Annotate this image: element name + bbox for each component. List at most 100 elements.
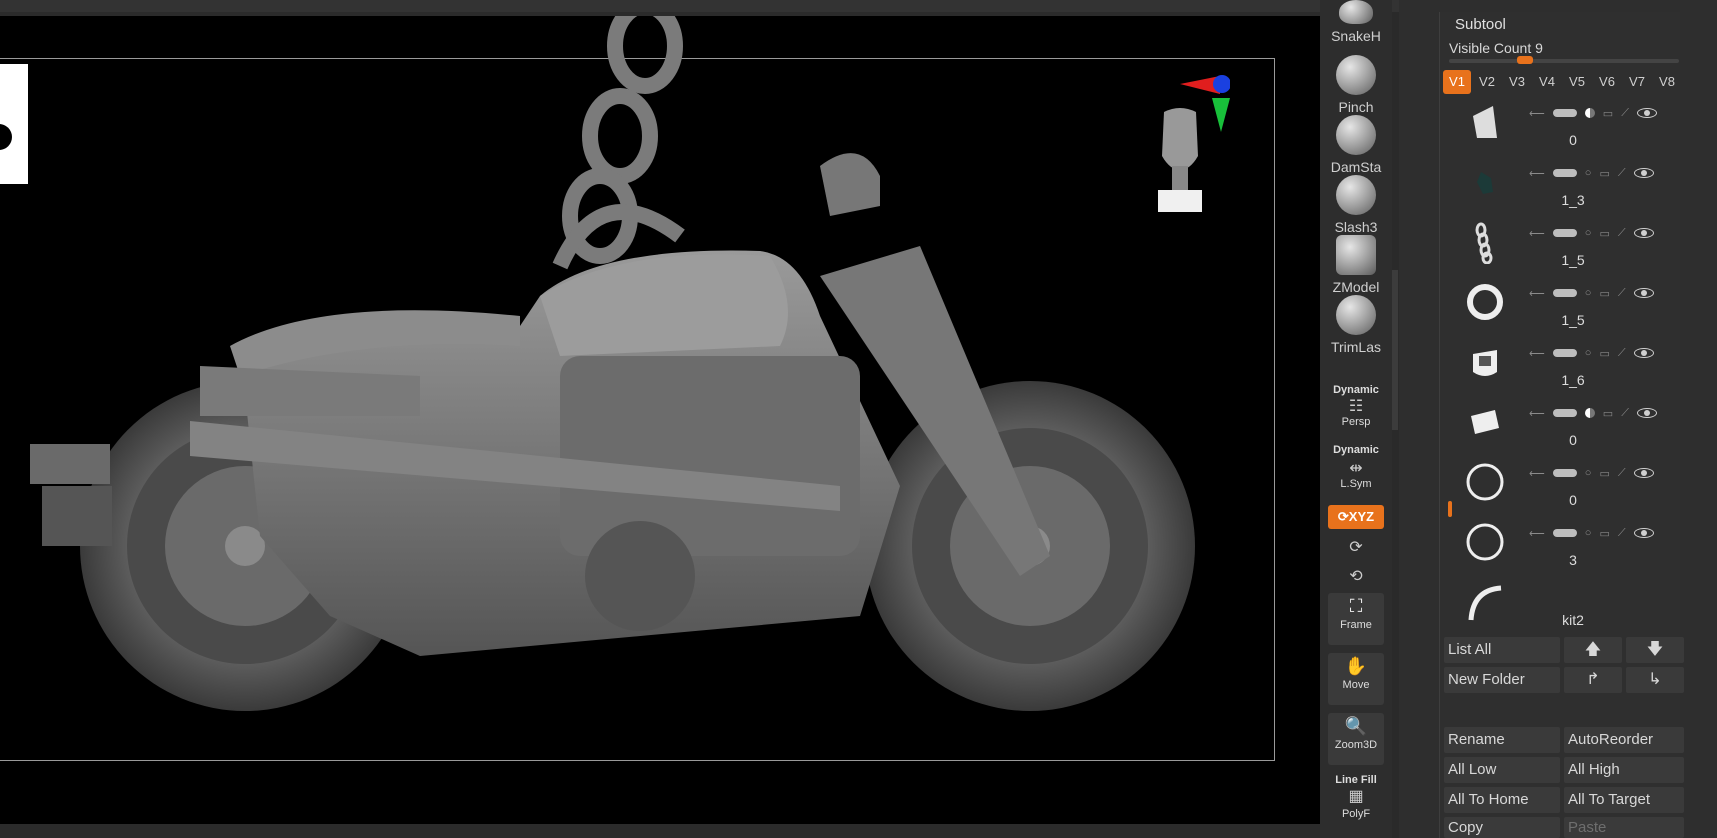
- all-to-home-button[interactable]: All To Home: [1444, 787, 1560, 813]
- polyframe-icon[interactable]: ▦: [1320, 786, 1392, 806]
- brush-toolbar: SnakeH Pinch DamSta Slash3 ZModel TrimLa…: [1320, 0, 1392, 838]
- all-high-button[interactable]: All High: [1564, 757, 1684, 783]
- copy-button[interactable]: Copy: [1444, 817, 1560, 838]
- frame-icon: ⛶: [1349, 596, 1363, 616]
- brush-snakehook[interactable]: SnakeH: [1320, 0, 1392, 44]
- move-up-icon[interactable]: 🡅: [1564, 637, 1622, 663]
- y-rotate-icon[interactable]: ⟳: [1320, 537, 1392, 557]
- canvas-area: [0, 12, 1320, 838]
- visibility-eye-icon[interactable]: [1633, 168, 1654, 178]
- visibility-eye-icon[interactable]: [1633, 288, 1654, 298]
- subtool-row[interactable]: ⟵ ○ ▭ ⟋ 1_3: [1443, 156, 1683, 216]
- arrow-right-up-icon[interactable]: ↱: [1564, 667, 1622, 693]
- tab-v5[interactable]: V5: [1563, 70, 1591, 94]
- subtool-thumbnail: [1475, 222, 1493, 264]
- subtool-row[interactable]: ⟵ ▭ ⟋ 0: [1443, 96, 1683, 156]
- subtool-thumbnail: [1473, 350, 1497, 376]
- visibility-eye-icon[interactable]: [1633, 468, 1654, 478]
- brush-pinch[interactable]: Pinch: [1320, 55, 1392, 115]
- tab-v6[interactable]: V6: [1593, 70, 1621, 94]
- subtool-row[interactable]: ⟵ ○ ▭ ⟋ 1_5: [1443, 276, 1683, 336]
- persp-dynamic-label: Dynamic: [1333, 384, 1379, 396]
- toolbar-scrollbar[interactable]: [1392, 270, 1398, 430]
- line-fill-label: Line Fill: [1335, 774, 1377, 786]
- brush-slash3[interactable]: Slash3: [1320, 175, 1392, 235]
- subtool-row[interactable]: ⟵ ○ ▭ ⟋ 1_6: [1443, 336, 1683, 396]
- keychain-chain: [552, 16, 685, 270]
- pinch-brush-icon: [1336, 55, 1376, 95]
- brush-label: Slash3: [1334, 219, 1378, 235]
- visible-count-label: Visible Count 9: [1449, 40, 1543, 56]
- subtool-thumbnail: [1473, 106, 1497, 138]
- all-low-button[interactable]: All Low: [1444, 757, 1560, 783]
- panel-title[interactable]: Subtool: [1455, 16, 1506, 33]
- all-to-target-button[interactable]: All To Target: [1564, 787, 1684, 813]
- tab-v3[interactable]: V3: [1503, 70, 1531, 94]
- frame-label: Frame: [1340, 619, 1372, 631]
- subtool-name: 1_6: [1561, 372, 1585, 388]
- new-folder-button[interactable]: New Folder: [1444, 667, 1560, 693]
- brush-trimlasso[interactable]: TrimLas: [1320, 295, 1392, 355]
- list-all-button[interactable]: List All: [1444, 637, 1560, 663]
- subtool-thumbnail: [1468, 585, 1502, 621]
- persp-label: Persp: [1341, 416, 1371, 428]
- subtool-name: 0: [1569, 492, 1577, 508]
- subtool-name: 1_3: [1561, 192, 1585, 208]
- viewport[interactable]: [0, 16, 1320, 824]
- auto-reorder-button[interactable]: AutoReorder: [1564, 727, 1684, 753]
- arrow-right-down-icon[interactable]: ↳: [1626, 667, 1684, 693]
- tab-v7[interactable]: V7: [1623, 70, 1651, 94]
- paste-button[interactable]: Paste: [1564, 817, 1684, 838]
- visibility-eye-icon[interactable]: [1633, 228, 1654, 238]
- subtool-name: 3: [1569, 552, 1577, 568]
- move-label: Move: [1342, 679, 1370, 691]
- subtool-row[interactable]: ⟵ ▭ ⟋ 0: [1443, 396, 1683, 456]
- subtool-row[interactable]: kit2: [1443, 576, 1683, 636]
- tab-v4[interactable]: V4: [1533, 70, 1561, 94]
- head-view-icon[interactable]: [1150, 106, 1210, 216]
- subtool-thumbnail: [1466, 463, 1504, 501]
- brush-zmodeler[interactable]: ZModel: [1320, 235, 1392, 295]
- tab-v1[interactable]: V1: [1443, 70, 1471, 94]
- brush-label: TrimLas: [1330, 339, 1382, 355]
- z-rotate-icon[interactable]: ⟲: [1320, 566, 1392, 586]
- motorbike-model[interactable]: [0, 16, 1200, 816]
- brush-label: Pinch: [1338, 99, 1374, 115]
- hand-icon: ✋: [1344, 656, 1368, 676]
- perspective-icon[interactable]: ☷: [1320, 396, 1392, 416]
- visibility-eye-icon[interactable]: [1636, 408, 1657, 418]
- subtool-thumbnail: [1467, 284, 1503, 320]
- visibility-eye-icon[interactable]: [1636, 108, 1657, 118]
- tab-v2[interactable]: V2: [1473, 70, 1501, 94]
- subtool-name: 1_5: [1561, 312, 1585, 328]
- visibility-eye-icon[interactable]: [1633, 348, 1654, 358]
- subtool-name: 0: [1569, 432, 1577, 448]
- zoom-label: Zoom3D: [1334, 739, 1378, 751]
- subtool-row[interactable]: ⟵ ○ ▭ ⟋ 1_5: [1443, 216, 1683, 276]
- visible-count-knob[interactable]: [1517, 56, 1533, 64]
- list-scroll-indicator[interactable]: [1448, 501, 1452, 517]
- subtool-name: kit2: [1562, 612, 1584, 628]
- visibility-eye-icon[interactable]: [1633, 528, 1654, 538]
- subtool-row[interactable]: ⟵ ○ ▭ ⟋ 3: [1443, 516, 1683, 576]
- subtool-row[interactable]: ⟵ ○ ▭ ⟋ 0: [1443, 456, 1683, 516]
- tab-v8[interactable]: V8: [1653, 70, 1681, 94]
- xyz-label: XYZ: [1348, 509, 1375, 524]
- trim-lasso-brush-icon: [1336, 295, 1376, 335]
- rename-button[interactable]: Rename: [1444, 727, 1560, 753]
- polyf-label: PolyF: [1341, 808, 1371, 820]
- brush-label: DamSta: [1330, 159, 1382, 175]
- visibility-tabs: V1 V2 V3 V4 V5 V6 V7 V8: [1443, 70, 1683, 94]
- brush-damstandard[interactable]: DamSta: [1320, 115, 1392, 175]
- subtool-thumbnail: [1471, 410, 1499, 434]
- subtool-thumbnail: [1466, 523, 1504, 561]
- zoom-icon: 🔍: [1344, 716, 1368, 736]
- zoom3d-button[interactable]: 🔍 Zoom3D: [1328, 713, 1384, 765]
- frame-button[interactable]: ⛶ Frame: [1328, 593, 1384, 645]
- visible-count-slider[interactable]: [1449, 59, 1679, 63]
- move-down-icon[interactable]: 🡇: [1626, 637, 1684, 663]
- move-button[interactable]: ✋ Move: [1328, 653, 1384, 705]
- local-symmetry-icon[interactable]: ⇹: [1320, 458, 1392, 478]
- subtool-thumbnail: [1477, 172, 1493, 194]
- xyz-rotate-button[interactable]: ⟳XYZ: [1328, 505, 1384, 529]
